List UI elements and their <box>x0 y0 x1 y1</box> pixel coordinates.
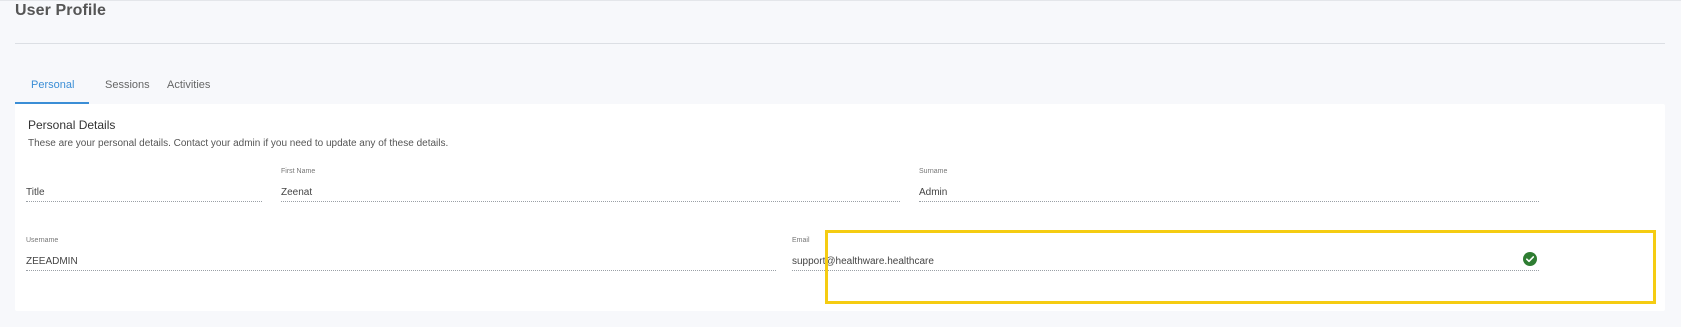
surname-value: Admin <box>919 187 948 198</box>
first-name-underline <box>281 201 900 202</box>
email-underline <box>792 270 1539 271</box>
tab-sessions[interactable]: Sessions <box>105 71 155 104</box>
title-value: Title <box>26 187 45 198</box>
personal-details-card: Personal Details These are your personal… <box>15 104 1665 311</box>
username-value: ZEEADMIN <box>26 256 78 267</box>
section-title: Personal Details <box>28 118 116 132</box>
title-divider <box>15 43 1665 44</box>
title-field[interactable]: Title <box>26 168 262 202</box>
page-title: User Profile <box>15 2 107 19</box>
first-name-field[interactable]: First Name Zeenat <box>281 168 900 202</box>
username-underline <box>26 270 776 271</box>
email-value: support@healthware.healthcare <box>792 256 934 267</box>
email-field[interactable]: Email support@healthware.healthcare <box>792 237 1539 271</box>
surname-underline <box>919 201 1539 202</box>
username-field[interactable]: Username ZEEADMIN <box>26 237 776 271</box>
section-subtitle: These are your personal details. Contact… <box>28 138 449 149</box>
email-label: Email <box>792 237 810 244</box>
tab-personal[interactable]: Personal <box>15 71 89 104</box>
surname-field[interactable]: Surname Admin <box>919 168 1539 202</box>
tab-bar: Personal Sessions Activities <box>15 71 217 104</box>
surname-label: Surname <box>919 168 948 175</box>
username-label: Username <box>26 237 59 244</box>
top-border <box>0 0 1681 1</box>
first-name-value: Zeenat <box>281 187 313 198</box>
check-circle-icon <box>1523 252 1537 266</box>
title-underline <box>26 201 262 202</box>
tab-activities[interactable]: Activities <box>167 71 217 104</box>
first-name-label: First Name <box>281 168 316 175</box>
